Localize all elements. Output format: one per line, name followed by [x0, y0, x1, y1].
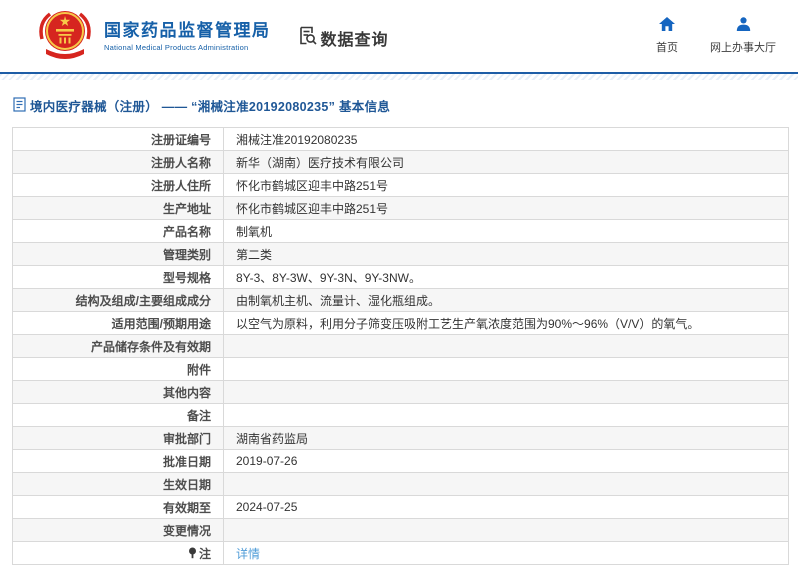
table-row: 管理类别 第二类 [12, 242, 789, 266]
page-title: 境内医疗器械（注册） —— “湘械注准20192080235” 基本信息 [13, 96, 798, 115]
row-value: 由制氧机主机、流量计、湿化瓶组成。 [223, 288, 789, 312]
table-row: 结构及组成/主要组成成分 由制氧机主机、流量计、湿化瓶组成。 [12, 288, 789, 312]
nav-item-home[interactable]: 首页 [650, 17, 684, 55]
table-row: 变更情况 [12, 518, 789, 542]
row-label: 注册证编号 [12, 127, 224, 151]
row-label: 结构及组成/主要组成成分 [12, 288, 224, 312]
note-detail-link[interactable]: 详情 [236, 547, 260, 561]
row-value: 2019-07-26 [223, 449, 789, 473]
table-row: 注册人住所 怀化市鹤城区迎丰中路251号 [12, 173, 789, 197]
national-emblem-icon [34, 9, 96, 64]
table-row: 产品储存条件及有效期 [12, 334, 789, 358]
row-value [223, 380, 789, 404]
nmpa-logo-home-link[interactable]: 国家药品监督管理局 National Medical Products Admi… [34, 9, 271, 64]
top-nav: 首页 网上办事大厅 [650, 17, 776, 55]
row-label: 备注 [12, 403, 224, 427]
row-value: 怀化市鹤城区迎丰中路251号 [223, 196, 789, 220]
row-label: 型号规格 [12, 265, 224, 289]
row-label: 批准日期 [12, 449, 224, 473]
row-label: 变更情况 [12, 518, 224, 542]
row-label: 有效期至 [12, 495, 224, 519]
decorative-stripe-band [0, 74, 798, 80]
row-value: 以空气为原料，利用分子筛变压吸附工艺生产氧浓度范围为90%～96%（V/V）的氧… [223, 311, 789, 335]
row-value: 湘械注准20192080235 [223, 127, 789, 151]
table-row: 产品名称 制氧机 [12, 219, 789, 243]
table-row: 附件 [12, 357, 789, 381]
row-value [223, 334, 789, 358]
table-row: 有效期至 2024-07-25 [12, 495, 789, 519]
row-label: 注 [198, 546, 211, 561]
table-row: 型号规格 8Y-3、8Y-3W、9Y-3N、9Y-3NW。 [12, 265, 789, 289]
row-value: 8Y-3、8Y-3W、9Y-3N、9Y-3NW。 [223, 265, 789, 289]
row-value: 详情 [223, 541, 789, 565]
row-value: 2024-07-25 [223, 495, 789, 519]
table-row: 审批部门 湖南省药监局 [12, 426, 789, 450]
table-row: 生产地址 怀化市鹤城区迎丰中路251号 [12, 196, 789, 220]
row-label: 生产地址 [12, 196, 224, 220]
doc-search-icon [297, 25, 318, 51]
table-row: 注 详情 [12, 541, 789, 565]
nav-home-label: 首页 [656, 42, 678, 54]
row-label: 注册人住所 [12, 173, 224, 197]
row-label: 审批部门 [12, 426, 224, 450]
row-value: 第二类 [223, 242, 789, 266]
row-value [223, 357, 789, 381]
person-icon [736, 17, 751, 36]
row-value: 怀化市鹤城区迎丰中路251号 [223, 173, 789, 197]
org-name-en: National Medical Products Administration [104, 42, 249, 52]
table-row: 批准日期 2019-07-26 [12, 449, 789, 473]
table-row: 其他内容 [12, 380, 789, 404]
data-query-label: 数据查询 [320, 32, 389, 49]
note-row-label: 注 [12, 541, 224, 565]
page-title-text: 境内医疗器械（注册） —— “湘械注准20192080235” 基本信息 [30, 100, 391, 114]
table-row: 生效日期 [12, 472, 789, 496]
row-label: 附件 [12, 357, 224, 381]
nav-item-service-hall[interactable]: 网上办事大厅 [710, 17, 776, 55]
home-icon [659, 17, 675, 36]
row-value [223, 472, 789, 496]
data-query-section-link[interactable]: 数据查询 [297, 25, 389, 51]
row-label: 其他内容 [12, 380, 224, 404]
note-pin-icon [188, 547, 197, 562]
table-row: 适用范围/预期用途 以空气为原料，利用分子筛变压吸附工艺生产氧浓度范围为90%～… [12, 311, 789, 335]
row-value: 湖南省药监局 [223, 426, 789, 450]
table-row: 注册证编号 湘械注准20192080235 [12, 127, 789, 151]
row-value [223, 403, 789, 427]
row-value: 新华（湖南）医疗技术有限公司 [223, 150, 789, 174]
row-label: 管理类别 [12, 242, 224, 266]
nav-service-hall-label: 网上办事大厅 [710, 42, 776, 54]
org-name-cn: 国家药品监督管理局 [104, 20, 271, 40]
row-value [223, 518, 789, 542]
row-label: 适用范围/预期用途 [12, 311, 224, 335]
site-header: 国家药品监督管理局 National Medical Products Admi… [0, 0, 798, 74]
row-label: 注册人名称 [12, 150, 224, 174]
document-icon [13, 96, 26, 115]
row-label: 产品名称 [12, 219, 224, 243]
row-label: 产品储存条件及有效期 [12, 334, 224, 358]
row-value: 制氧机 [223, 219, 789, 243]
table-row: 备注 [12, 403, 789, 427]
table-row: 注册人名称 新华（湖南）医疗技术有限公司 [12, 150, 789, 174]
registration-info-table: 注册证编号 湘械注准20192080235 注册人名称 新华（湖南）医疗技术有限… [12, 127, 789, 565]
row-label: 生效日期 [12, 472, 224, 496]
